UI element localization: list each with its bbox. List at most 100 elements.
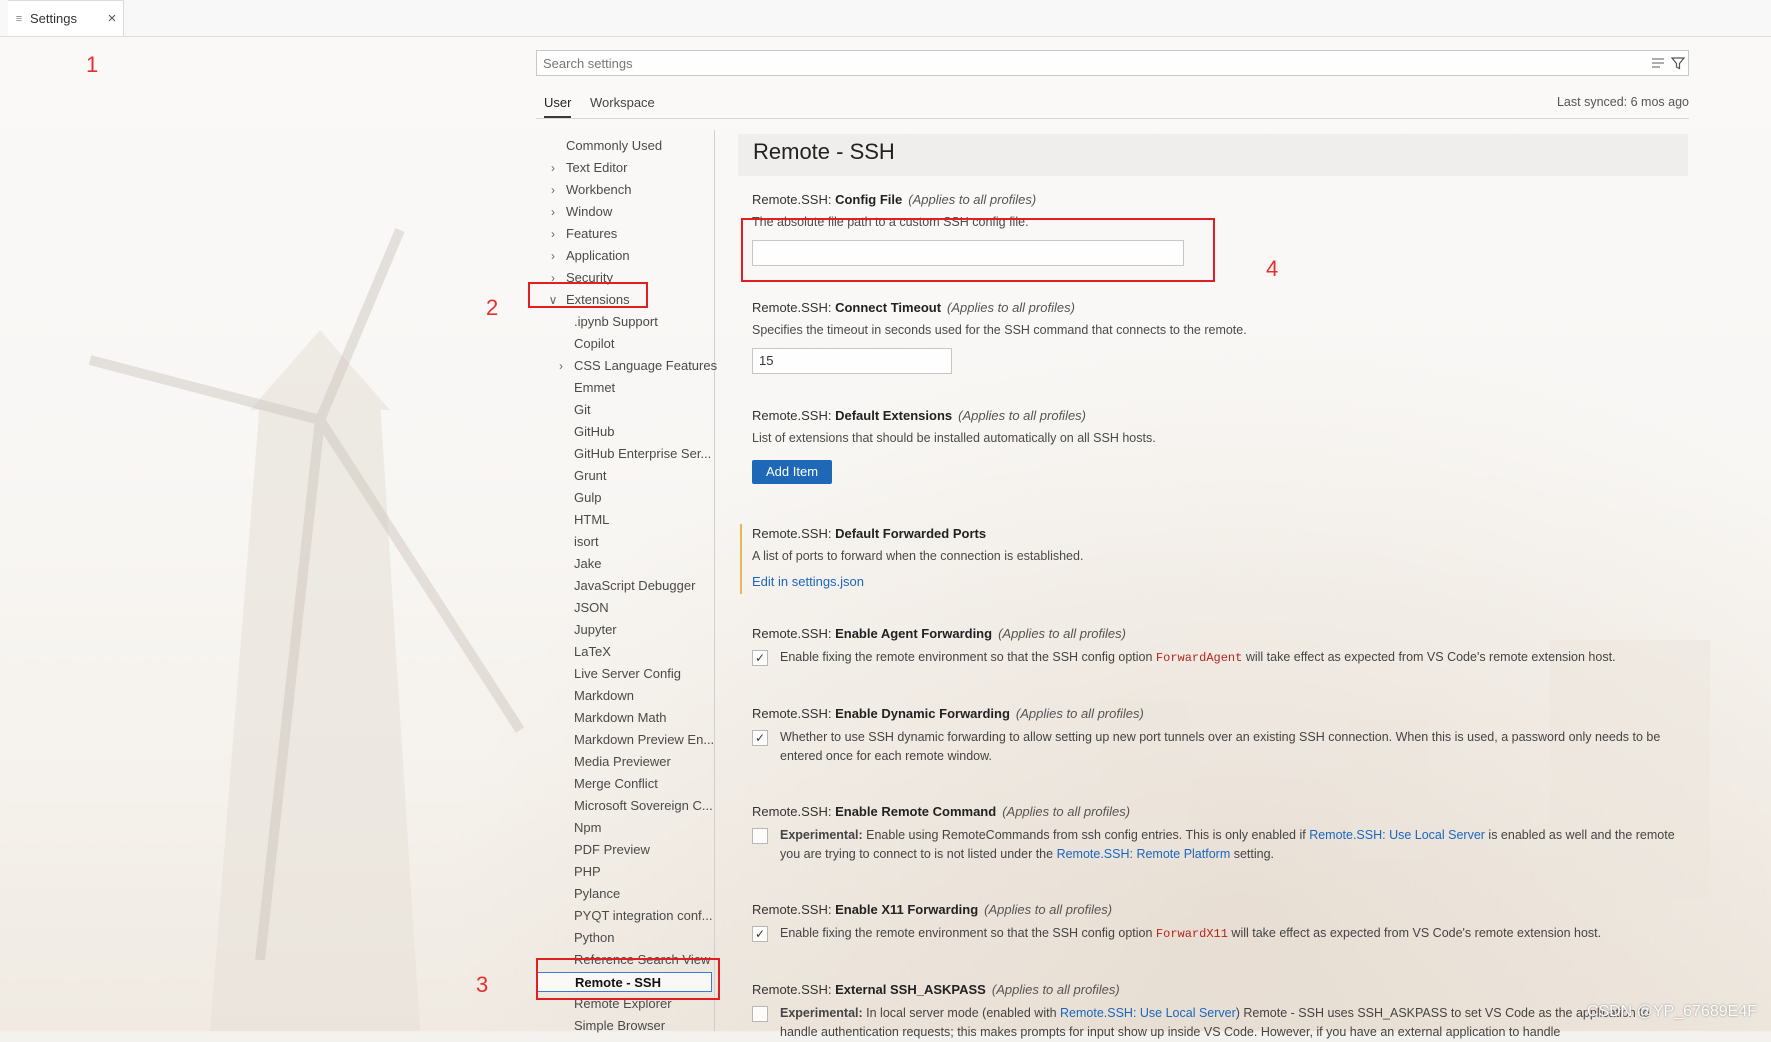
askpass-checkbox[interactable] (752, 1006, 768, 1022)
toc-item[interactable]: Npm (574, 818, 601, 838)
x11-forwarding-checkbox[interactable]: ✓ (752, 926, 768, 942)
chevron-right-icon: › (551, 227, 555, 241)
setting-title: Remote.SSH: Connect Timeout (Applies to a… (752, 300, 1075, 315)
toc-item-label: Gulp (574, 490, 602, 505)
setting-default-forwarded-ports: Remote.SSH: Default Forwarded Ports A li… (740, 524, 1682, 594)
chevron-right-icon: › (551, 205, 555, 219)
toc-item-label: HTML (574, 512, 610, 527)
toc-item[interactable]: › Window (551, 202, 613, 222)
setting-title: Remote.SSH: Enable Remote Command (Applie… (752, 804, 1131, 819)
toc-item-label: GitHub (574, 424, 615, 439)
search-input[interactable] (537, 54, 1648, 72)
remote-command-checkbox[interactable] (752, 828, 768, 844)
toc-item[interactable]: Jake (574, 554, 601, 574)
toc-item[interactable]: Python (574, 928, 614, 948)
toc-item[interactable]: .ipynb Support (574, 312, 658, 332)
annotation-box-config-file (741, 218, 1215, 282)
dynamic-forwarding-checkbox[interactable]: ✓ (752, 730, 768, 746)
toc-item[interactable]: Jupyter (574, 620, 617, 640)
connect-timeout-input[interactable]: 15 (752, 348, 952, 374)
annotation-number-2: 2 (486, 295, 499, 320)
annotation-number-1: 1 (86, 52, 99, 77)
setting-connect-timeout: Remote.SSH: Connect Timeout (Applies to a… (752, 298, 1682, 374)
toc-item[interactable]: Merge Conflict (574, 774, 658, 794)
settings-scope-tabs: User Workspace Last synced: 6 mos ago (536, 88, 1689, 119)
toc-item[interactable]: Simple Browser (574, 1016, 665, 1036)
clear-filter-icon[interactable] (1648, 53, 1668, 73)
chevron-right-icon: › (551, 161, 555, 175)
toc-item-label: Media Previewer (574, 754, 671, 769)
toc-item[interactable]: Git (574, 400, 591, 420)
use-local-server-link[interactable]: Remote.SSH: Use Local Server (1060, 1006, 1236, 1020)
tab-settings[interactable]: ≡ Settings × (8, 0, 124, 36)
toc-item-label: JavaScript Debugger (574, 578, 696, 593)
code-forwardx11: ForwardX11 (1155, 927, 1228, 941)
setting-title: Remote.SSH: Enable Dynamic Forwarding (Ap… (752, 706, 1144, 721)
toc-item-label: Markdown Preview En... (574, 732, 715, 747)
checkbox-row: ✓ Enable fixing the remote environment s… (752, 648, 1682, 668)
toc-item[interactable]: Emmet (574, 378, 615, 398)
setting-title: Remote.SSH: External SSH_ASKPASS (Applies… (752, 982, 1120, 997)
toc-item[interactable]: HTML (574, 510, 609, 530)
tab-user[interactable]: User (544, 95, 572, 118)
toc-item-label: PHP (574, 864, 601, 879)
toc-item[interactable]: LaTeX (574, 642, 611, 662)
editor-tab-bar: ≡ Settings × (0, 0, 1771, 37)
toc-item-label: Git (574, 402, 591, 417)
toc-item[interactable]: PHP (574, 862, 601, 882)
filter-icon[interactable] (1668, 53, 1688, 73)
toc-item[interactable]: JSON (574, 598, 609, 618)
search-bar (536, 50, 1689, 76)
tab-workspace[interactable]: Workspace (590, 95, 655, 110)
toc-item-label: Workbench (566, 182, 632, 197)
toc-item[interactable]: PDF Preview (574, 840, 650, 860)
toc-item[interactable]: Microsoft Sovereign C... (574, 796, 713, 816)
section-title: Remote - SSH (738, 134, 1688, 176)
close-icon[interactable]: × (101, 10, 123, 27)
toc-item[interactable]: Markdown (574, 686, 634, 706)
toc-item[interactable]: Commonly Used (566, 136, 662, 156)
toc-item[interactable]: Live Server Config (574, 664, 681, 684)
toc-item[interactable]: Markdown Preview En... (574, 730, 714, 750)
toc-item-label: Merge Conflict (574, 776, 658, 791)
use-local-server-link[interactable]: Remote.SSH: Use Local Server (1309, 828, 1485, 842)
toc-item[interactable]: Markdown Math (574, 708, 666, 728)
toc-item-label: Markdown Math (574, 710, 667, 725)
annotation-box-remote-ssh (536, 958, 720, 1000)
toc-item-label: Window (566, 204, 613, 219)
toc-item[interactable]: JavaScript Debugger (574, 576, 695, 596)
setting-enable-dynamic-forwarding: Remote.SSH: Enable Dynamic Forwarding (Ap… (752, 704, 1682, 766)
toc-item[interactable]: Grunt (574, 466, 607, 486)
toc-item-label: Python (574, 930, 615, 945)
toc-item[interactable]: › Workbench (551, 180, 632, 200)
toc-item-label: Text Editor (566, 160, 628, 175)
toc-item[interactable]: Media Previewer (574, 752, 671, 772)
toc-item[interactable]: GitHub (574, 422, 614, 442)
toc-item[interactable]: Gulp (574, 488, 601, 508)
toc-item[interactable]: PYQT integration conf... (574, 906, 713, 926)
toc-item[interactable]: › Features (551, 224, 617, 244)
chevron-right-icon: › (559, 359, 563, 373)
edit-in-settings-json-link[interactable]: Edit in settings.json (752, 574, 1682, 589)
toc-item[interactable]: GitHub Enterprise Ser... (574, 444, 711, 464)
toc-item[interactable]: › Application (551, 246, 630, 266)
toc-item-label: Jupyter (574, 622, 617, 637)
watermark: CSDN @YP_67689E4F (1586, 1003, 1757, 1020)
agent-forwarding-checkbox[interactable]: ✓ (752, 650, 768, 666)
toc-item[interactable]: Pylance (574, 884, 620, 904)
setting-description: Specifies the timeout in seconds used fo… (752, 323, 1247, 337)
remote-platform-link[interactable]: Remote.SSH: Remote Platform (1057, 847, 1231, 861)
toc-item[interactable]: isort (574, 532, 599, 552)
checkbox-row: Experimental: In local server mode (enab… (752, 1004, 1682, 1042)
toc-item-label: Microsoft Sovereign C... (574, 798, 713, 813)
annotation-number-4: 4 (1266, 256, 1279, 281)
toc-item-label: PDF Preview (574, 842, 650, 857)
toc-item-label: JSON (574, 600, 609, 615)
toc-item[interactable]: › Text Editor (551, 158, 628, 178)
setting-title: Remote.SSH: Default Forwarded Ports (752, 526, 987, 541)
toc-item[interactable]: › CSS Language Features (559, 356, 717, 376)
annotation-number-3: 3 (476, 972, 489, 997)
toc-item-label: Pylance (574, 886, 621, 901)
add-item-button[interactable]: Add Item (752, 460, 833, 484)
toc-item[interactable]: Copilot (574, 334, 614, 354)
